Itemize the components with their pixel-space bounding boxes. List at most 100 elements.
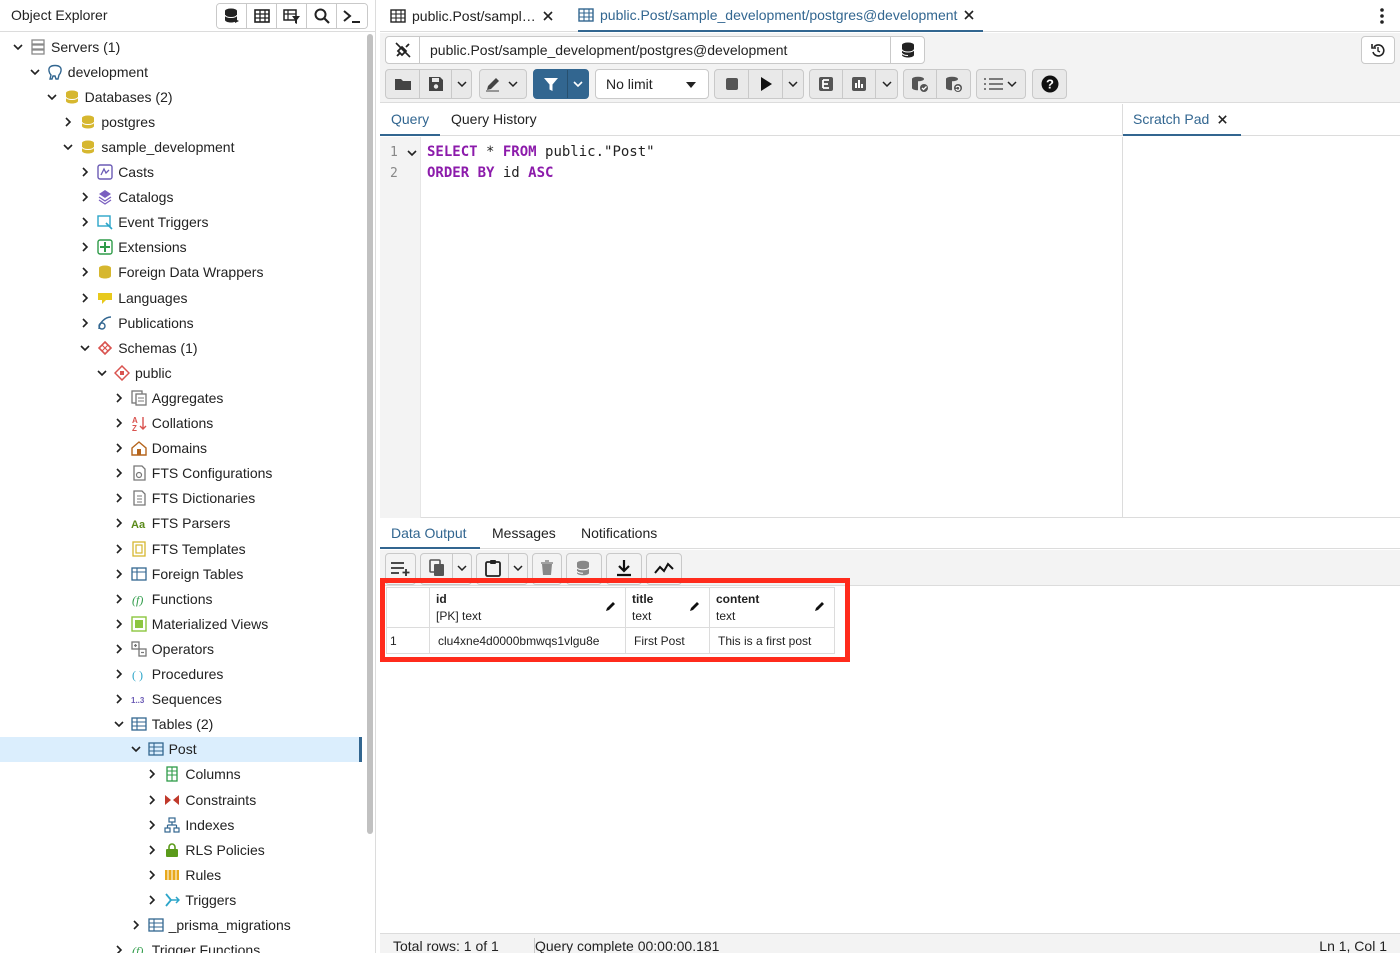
chevron-right-icon[interactable] <box>112 567 126 581</box>
commit-button[interactable] <box>904 70 937 98</box>
chevron-down-icon[interactable] <box>28 65 42 79</box>
close-icon[interactable] <box>542 10 554 22</box>
chevron-right-icon[interactable] <box>112 542 126 556</box>
tree-item[interactable]: ( ) Procedures <box>0 662 362 687</box>
tree-item[interactable]: Servers (1) <box>0 34 362 59</box>
chevron-right-icon[interactable] <box>78 240 92 254</box>
tab-notifications[interactable]: Notifications <box>581 525 657 541</box>
chevron-right-icon[interactable] <box>112 617 126 631</box>
chevron-right-icon[interactable] <box>145 793 159 807</box>
tree-item[interactable]: development <box>0 59 362 84</box>
tree-item[interactable]: (f) Trigger Functions <box>0 938 362 953</box>
save-file-button[interactable] <box>420 70 452 98</box>
chevron-down-icon[interactable] <box>45 90 59 104</box>
save-options-dropdown[interactable] <box>452 70 471 98</box>
filter-button[interactable] <box>534 70 568 98</box>
tab-query-2-active[interactable]: public.Post/sample_development/postgres@… <box>578 0 984 32</box>
connection-status-icon[interactable] <box>386 37 420 63</box>
chevron-right-icon[interactable] <box>112 466 126 480</box>
chevron-right-icon[interactable] <box>112 391 126 405</box>
chevron-right-icon[interactable] <box>78 215 92 229</box>
tree-item[interactable]: Rules <box>0 862 362 887</box>
tree-item[interactable]: FTS Templates <box>0 536 362 561</box>
query-tool-db-button[interactable] <box>217 4 247 28</box>
chevron-right-icon[interactable] <box>145 818 159 832</box>
tree-item[interactable]: A Z Collations <box>0 411 362 436</box>
chevron-down-icon[interactable] <box>11 40 25 54</box>
tree-item[interactable]: public <box>0 360 362 385</box>
chevron-right-icon[interactable] <box>145 843 159 857</box>
explain-options-dropdown[interactable] <box>876 70 897 98</box>
tree-item[interactable]: FTS Configurations <box>0 461 362 486</box>
open-file-button[interactable] <box>386 70 420 98</box>
code-line[interactable]: ORDER BY id ASC <box>427 165 553 181</box>
close-icon[interactable] <box>1217 114 1228 125</box>
tree-item[interactable]: _prisma_migrations <box>0 913 362 938</box>
tree-item[interactable]: Foreign Tables <box>0 561 362 586</box>
execute-options-dropdown[interactable] <box>783 70 803 98</box>
row-limit-select[interactable]: No limit <box>595 69 709 99</box>
tree-item[interactable]: postgres <box>0 109 362 134</box>
reset-layout-button[interactable] <box>1361 36 1395 64</box>
tab-messages[interactable]: Messages <box>492 525 556 541</box>
chevron-right-icon[interactable] <box>129 918 143 932</box>
tree-item[interactable]: Publications <box>0 310 362 335</box>
chevron-right-icon[interactable] <box>145 893 159 907</box>
chevron-right-icon[interactable] <box>78 265 92 279</box>
chevron-right-icon[interactable] <box>112 943 126 953</box>
tree-item[interactable]: Domains <box>0 436 362 461</box>
sql-editor[interactable]: 12 SELECT * FROM public."Post" ORDER BY i… <box>380 137 1122 518</box>
chevron-right-icon[interactable] <box>78 190 92 204</box>
rollback-button[interactable] <box>937 70 970 98</box>
tree-item[interactable]: Catalogs <box>0 185 362 210</box>
fold-chevron-icon[interactable] <box>407 149 417 157</box>
chevron-right-icon[interactable] <box>112 491 126 505</box>
tree-item[interactable]: RLS Policies <box>0 837 362 862</box>
tree-item[interactable]: Post <box>0 736 362 762</box>
cancel-query-button[interactable] <box>715 70 749 98</box>
chevron-right-icon[interactable] <box>112 667 126 681</box>
filtered-rows-button[interactable] <box>277 4 307 28</box>
connection-selector[interactable]: public.Post/sample_development/postgres@… <box>385 36 925 64</box>
chevron-right-icon[interactable] <box>112 416 126 430</box>
tree-item[interactable]: sample_development <box>0 134 362 159</box>
chevron-down-icon[interactable] <box>112 717 126 731</box>
tree-item[interactable]: Aa FTS Parsers <box>0 511 362 536</box>
help-button[interactable]: ? <box>1033 70 1066 98</box>
tree-item[interactable]: 1..3 Sequences <box>0 687 362 712</box>
tree-item[interactable]: Constraints <box>0 787 362 812</box>
more-options-icon[interactable] <box>1380 8 1384 24</box>
tree-item[interactable]: Extensions <box>0 235 362 260</box>
scratch-pad-area[interactable] <box>1122 137 1400 518</box>
database-icon[interactable] <box>890 37 924 63</box>
tree-item[interactable]: Aggregates <box>0 385 362 410</box>
tab-query[interactable]: Query <box>391 111 429 127</box>
tab-query-history[interactable]: Query History <box>451 111 537 127</box>
code-line[interactable]: SELECT * FROM public."Post" <box>427 144 655 160</box>
chevron-right-icon[interactable] <box>112 642 126 656</box>
chevron-right-icon[interactable] <box>112 441 126 455</box>
tree-item[interactable]: Schemas (1) <box>0 335 362 360</box>
chevron-down-icon[interactable] <box>61 140 75 154</box>
chevron-right-icon[interactable] <box>78 316 92 330</box>
chevron-right-icon[interactable] <box>112 516 126 530</box>
chevron-down-icon[interactable] <box>129 742 143 756</box>
chevron-right-icon[interactable] <box>61 115 75 129</box>
tree-item[interactable]: Triggers <box>0 887 362 912</box>
edit-dropdown[interactable] <box>480 70 526 98</box>
tree-item[interactable]: Columns <box>0 762 362 787</box>
tree-item[interactable]: Event Triggers <box>0 210 362 235</box>
tree-item[interactable]: (f) Functions <box>0 586 362 611</box>
close-icon[interactable] <box>963 9 975 21</box>
tab-query-1[interactable]: public.Post/sampl… <box>390 0 554 32</box>
tree-item[interactable]: Materialized Views <box>0 611 362 636</box>
tree-item[interactable]: FTS Dictionaries <box>0 486 362 511</box>
execute-button[interactable] <box>749 70 783 98</box>
macros-dropdown[interactable] <box>977 70 1025 98</box>
explain-analyze-button[interactable] <box>843 70 876 98</box>
chevron-right-icon[interactable] <box>78 165 92 179</box>
tree-item[interactable]: Operators <box>0 636 362 661</box>
chevron-right-icon[interactable] <box>145 767 159 781</box>
chevron-right-icon[interactable] <box>112 592 126 606</box>
search-objects-button[interactable] <box>307 4 337 28</box>
